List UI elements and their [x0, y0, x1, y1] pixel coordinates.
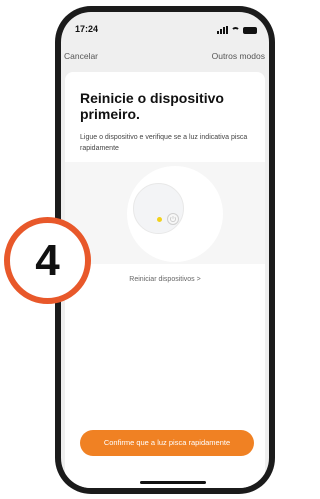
- content-card: Reinicie o dispositivo primeiro. Ligue o…: [65, 72, 265, 488]
- step-number-badge: 4: [4, 217, 91, 304]
- cancel-link[interactable]: Cancelar: [64, 51, 98, 61]
- page-title: Reinicie o dispositivo primeiro.: [80, 90, 224, 122]
- status-icons: [217, 26, 257, 34]
- nav-bar: Cancelar Outros modos: [61, 51, 269, 65]
- phone-screen: 17:24 Cancelar Outros modos Reinicie o d…: [61, 12, 269, 488]
- power-icon: [167, 213, 179, 225]
- wifi-icon: [231, 26, 240, 34]
- status-bar: 17:24: [61, 24, 269, 38]
- device-illustration: [65, 162, 265, 264]
- status-time: 17:24: [75, 24, 99, 34]
- home-indicator[interactable]: [140, 481, 206, 484]
- battery-icon: [243, 26, 257, 34]
- other-modes-link[interactable]: Outros modos: [212, 51, 265, 61]
- confirm-button[interactable]: Confirme que a luz pisca rapidamente: [80, 430, 254, 456]
- indicator-light-icon: [157, 217, 162, 222]
- device-face: [133, 183, 184, 234]
- instruction-text: Ligue o dispositivo e verifique se a luz…: [80, 134, 248, 152]
- signal-icon: [217, 26, 228, 34]
- restart-devices-link[interactable]: Reiniciar dispositivos >: [65, 276, 265, 283]
